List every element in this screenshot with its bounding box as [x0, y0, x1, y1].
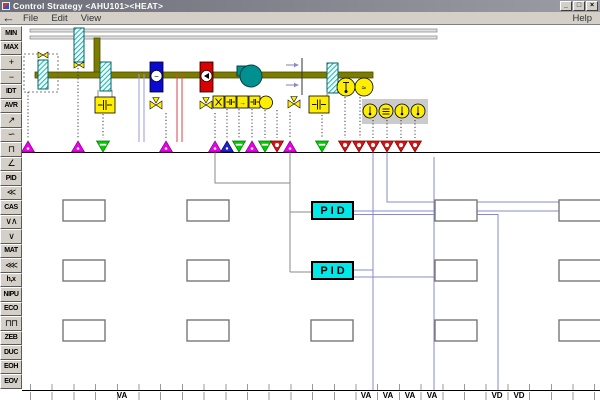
function-toolbar: MIN MAX + − IDT AVR ↗ ∽ ⊓ ∠ PID ≪ CAS ∨∧… — [0, 26, 22, 389]
title-bar: Control Strategy <AHU101><HEAT> _ □ × — [0, 0, 600, 12]
toolbar-button-duc[interactable]: DUC — [0, 345, 22, 360]
analog-input-triangle — [284, 141, 297, 152]
analog-input-triangle — [209, 141, 222, 152]
terminal-label-vd: VD — [491, 392, 502, 400]
cooling-coil[interactable]: − — [150, 62, 163, 92]
pid-block-lower[interactable]: PID — [311, 261, 354, 280]
menu-bar: ← File Edit View Help — [0, 12, 600, 25]
fan-symbol[interactable] — [237, 65, 262, 87]
terminal-label-va: VA — [361, 392, 372, 400]
green-output-triangle — [97, 141, 110, 152]
terminal-label-vd: VD — [513, 392, 524, 400]
heating-coil[interactable] — [200, 62, 213, 92]
supply-duct — [30, 29, 437, 39]
restore-button[interactable]: □ — [573, 1, 585, 11]
toolbar-button-step-icon[interactable]: ⊓ — [0, 142, 22, 157]
close-button[interactable]: × — [586, 1, 598, 11]
terminal-ticks — [22, 384, 600, 391]
strategy-canvas[interactable]: − — [22, 25, 600, 400]
menu-view[interactable]: View — [81, 13, 101, 24]
toolbar-button-wave-max-icon[interactable]: ∨∧ — [0, 215, 22, 230]
toolbar-button-pid[interactable]: PID — [0, 171, 22, 186]
selected-sensor-group[interactable] — [362, 99, 428, 124]
signal-wires — [215, 153, 598, 392]
toolbar-button-nipu[interactable]: NIPU — [0, 287, 22, 302]
green-output-triangle — [259, 141, 272, 152]
green-output-triangle — [316, 141, 329, 152]
toolbar-button-curve-icon[interactable]: ∽ — [0, 128, 22, 143]
toolbar-button-min[interactable]: MIN — [0, 26, 22, 41]
svg-text:−: − — [154, 72, 159, 81]
analog-input-triangle — [72, 141, 85, 152]
analog-input-triangle — [246, 141, 259, 152]
toolbar-button-fan-icon[interactable]: ⋘ — [0, 258, 22, 273]
menu-edit[interactable]: Edit — [51, 13, 67, 24]
toolbar-button-eoh[interactable]: EOH — [0, 360, 22, 375]
toolbar-button-zeb[interactable]: ZEB — [0, 331, 22, 346]
heating-valve[interactable] — [200, 98, 212, 110]
toolbar-button-ramp-icon[interactable]: ↗ — [0, 113, 22, 128]
exhaust-damper[interactable] — [74, 28, 84, 68]
terminal-label-va: VA — [383, 392, 394, 400]
sensor-row[interactable]: → — [213, 96, 273, 109]
cooling-valve[interactable] — [150, 98, 162, 110]
analog-input-triangle — [22, 141, 35, 152]
toolbar-button-idt[interactable]: IDT — [0, 84, 22, 99]
toolbar-button-pulse-icon[interactable]: ⊓⊓ — [0, 316, 22, 331]
analog-input-triangle — [160, 141, 173, 152]
toolbar-button-eco[interactable]: ECO — [0, 302, 22, 317]
toolbar-button-compare-icon[interactable]: ∠ — [0, 157, 22, 172]
window-title: Control Strategy <AHU101><HEAT> — [13, 1, 163, 11]
io-terminal-strip: VA VA VA VA VA VD VD — [22, 384, 600, 400]
pid-block-upper[interactable]: PID — [311, 201, 354, 220]
toolbar-button-minus[interactable]: − — [0, 70, 22, 85]
control-strategy-window: Control Strategy <AHU101><HEAT> _ □ × ← … — [0, 0, 600, 400]
svg-text:→: → — [239, 100, 246, 107]
io-connection-points[interactable] — [22, 141, 422, 152]
toolbar-button-avr[interactable]: AVR — [0, 99, 22, 114]
toolbar-button-mat[interactable]: MAT — [0, 244, 22, 259]
toolbar-button-eov[interactable]: EOV — [0, 374, 22, 389]
bypass-valve[interactable] — [288, 97, 300, 109]
toolbar-button-shift-icon[interactable]: ≪ — [0, 186, 22, 201]
temp-sensor-icon[interactable]: ≈ — [337, 78, 373, 96]
recirculation-damper[interactable] — [309, 63, 338, 113]
menu-help[interactable]: Help — [572, 13, 592, 24]
minimize-button[interactable]: _ — [560, 1, 572, 11]
toolbar-button-wave-min-icon[interactable]: ∨ — [0, 229, 22, 244]
terminal-label-va: VA — [427, 392, 438, 400]
terminal-labels: VA VA VA VA VA VD VD — [22, 392, 600, 400]
back-arrow-icon[interactable]: ← — [2, 13, 15, 23]
app-icon — [2, 2, 10, 10]
toolbar-button-plus[interactable]: + — [0, 55, 22, 70]
toolbar-button-cas[interactable]: CAS — [0, 200, 22, 215]
menu-file[interactable]: File — [23, 13, 38, 24]
terminal-label-va: VA — [117, 392, 128, 400]
svg-text:≈: ≈ — [362, 83, 367, 92]
toolbar-button-max[interactable]: MAX — [0, 41, 22, 56]
toolbar-button-hx[interactable]: h,x — [0, 273, 22, 288]
digital-input-triangle — [221, 141, 234, 152]
terminal-label-va: VA — [405, 392, 416, 400]
green-output-triangle — [233, 141, 246, 152]
